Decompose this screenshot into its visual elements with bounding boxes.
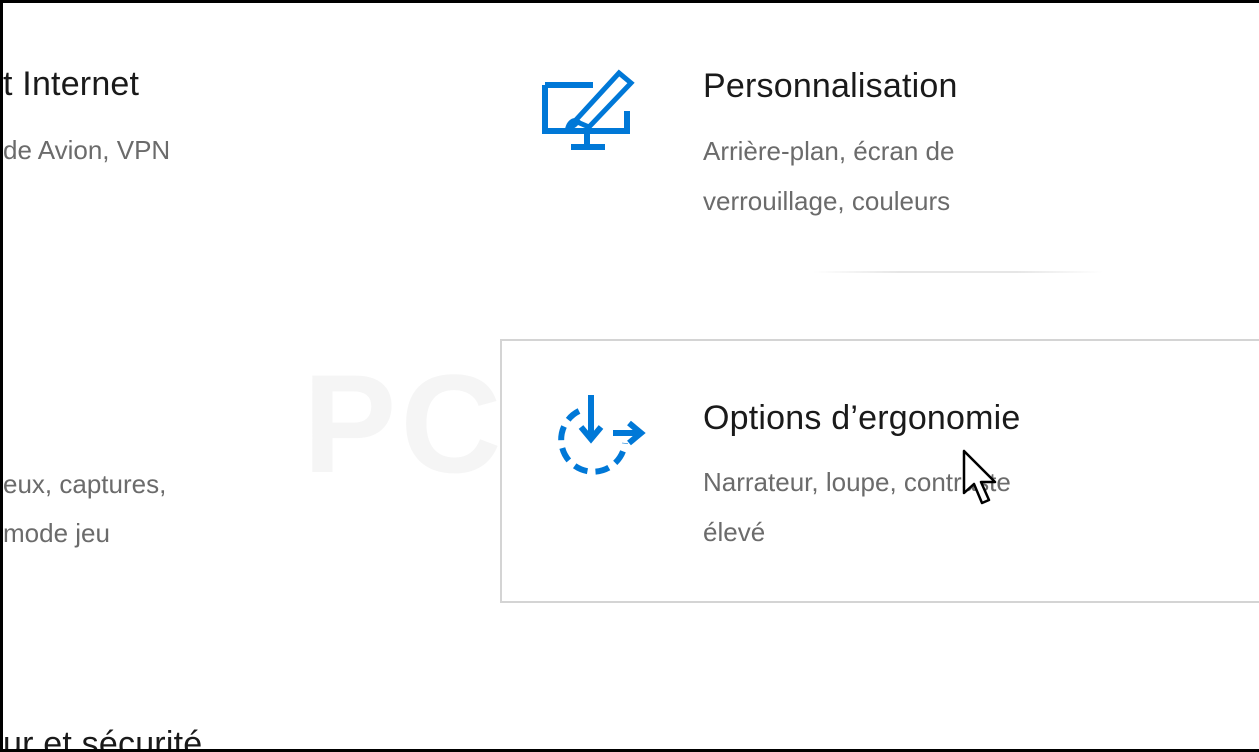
- settings-window: PCAS t Internet de Avion, VPN eux, captu…: [0, 0, 1259, 752]
- tile-title: Personnalisation: [703, 67, 958, 105]
- mouse-cursor-icon: [962, 449, 997, 505]
- personalization-monitor-brush-icon: [542, 69, 635, 150]
- tile-description: verrouillage, couleurs: [703, 186, 951, 216]
- tile-description: Arrière-plan, écran de: [703, 136, 955, 166]
- tile-description: de Avion, VPN: [3, 135, 171, 165]
- tile-description: mode jeu: [3, 518, 110, 548]
- separator: [813, 271, 1103, 273]
- ease-of-access-clock-arrow-icon: [558, 395, 646, 475]
- tile-title: ur et sécurité: [3, 725, 203, 752]
- tile-description: eux, captures,: [3, 469, 167, 499]
- tile-description: élevé: [703, 517, 766, 547]
- tile-title: Options d’ergonomie: [703, 399, 1021, 437]
- tile-title: t Internet: [3, 65, 140, 103]
